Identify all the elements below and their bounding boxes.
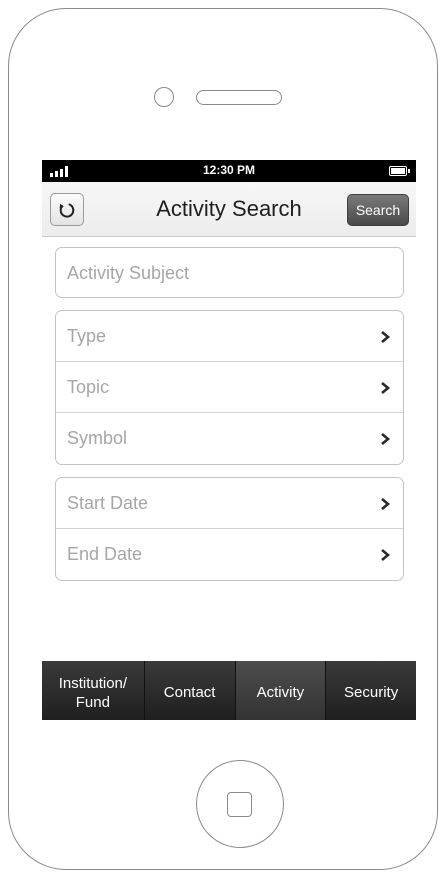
speaker-grille: [196, 90, 282, 105]
front-camera: [154, 87, 174, 107]
start-date-label: Start Date: [67, 493, 149, 513]
home-button-icon: [227, 792, 252, 817]
chevron-right-icon: [381, 382, 391, 394]
nav-bar: Activity Search Search: [42, 182, 416, 237]
activity-subject-input[interactable]: Activity Subject: [55, 247, 404, 298]
filter-group: Type Topic Symbol: [55, 310, 404, 465]
type-row[interactable]: Type: [56, 311, 403, 362]
end-date-label: End Date: [67, 544, 143, 564]
chevron-right-icon: [381, 549, 391, 561]
battery-tip: [408, 169, 410, 173]
end-date-row[interactable]: End Date: [56, 529, 403, 580]
type-label: Type: [67, 326, 107, 346]
symbol-row[interactable]: Symbol: [56, 413, 403, 464]
search-button[interactable]: Search: [347, 194, 409, 226]
tab-activity[interactable]: Activity: [235, 661, 327, 720]
topic-row[interactable]: Topic: [56, 362, 403, 413]
chevron-right-icon: [381, 498, 391, 510]
refresh-button[interactable]: [50, 193, 84, 226]
start-date-row[interactable]: Start Date: [56, 478, 403, 529]
status-time: 12:30 PM: [202, 163, 256, 177]
date-group: Start Date End Date: [55, 477, 404, 581]
symbol-label: Symbol: [67, 428, 128, 448]
tab-bar: Institution/ Fund Contact Activity Secur…: [42, 661, 416, 720]
refresh-icon: [59, 203, 75, 218]
status-bar: 12:30 PM: [42, 160, 416, 182]
tab-institution-fund[interactable]: Institution/ Fund: [42, 661, 145, 720]
tab-contact[interactable]: Contact: [145, 661, 236, 720]
activity-subject-placeholder: Activity Subject: [67, 263, 190, 283]
battery-icon: [389, 166, 407, 176]
chevron-right-icon: [381, 433, 391, 445]
topic-label: Topic: [67, 377, 110, 397]
app-screen: 12:30 PM Activity Search Search Activity…: [42, 160, 416, 720]
tab-security[interactable]: Security: [326, 661, 416, 720]
chevron-right-icon: [381, 331, 391, 343]
